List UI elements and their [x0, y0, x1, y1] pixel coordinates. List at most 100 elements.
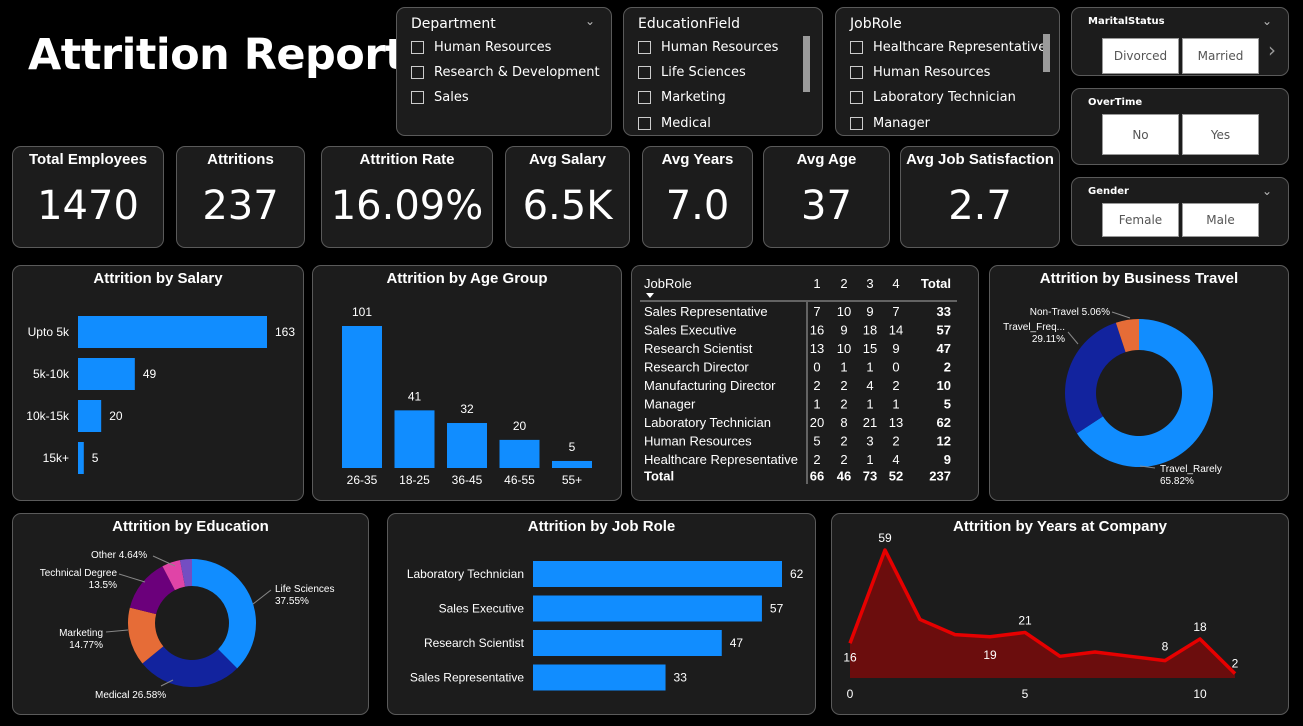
leader-line: [1067, 331, 1079, 345]
table-cell: 1: [813, 397, 820, 412]
kpi-card-avg-job-satisfaction: Avg Job Satisfaction 2.7: [900, 146, 1060, 248]
jobrole-bar-chart: Laboratory Technician 62 Sales Executive 57…: [407, 561, 804, 691]
x-tick-label: 0: [847, 687, 854, 701]
checkbox[interactable]: [638, 117, 651, 130]
option-label: Manager: [873, 116, 930, 131]
education-field-option[interactable]: Medical: [638, 116, 711, 131]
checkbox[interactable]: [411, 66, 424, 79]
category-label: 10k-15k: [26, 409, 70, 423]
bar: [533, 630, 722, 656]
gender-slicer: Gender ⌄ Female Male: [1071, 177, 1289, 246]
checkbox[interactable]: [411, 91, 424, 104]
slice-name: Travel_Rarely: [1160, 464, 1222, 475]
chevron-down-icon[interactable]: ⌄: [1262, 184, 1272, 198]
job-role-option[interactable]: Manager: [850, 116, 930, 131]
table-cell: 0: [813, 360, 820, 375]
data-label: 41: [408, 389, 422, 403]
table-cell: 2: [840, 452, 847, 467]
data-label: 18: [1193, 620, 1207, 634]
data-label: 20: [513, 419, 527, 433]
data-label: 33: [674, 671, 688, 685]
education-field-option[interactable]: Life Sciences: [638, 65, 746, 80]
job-role-option[interactable]: Healthcare Representative: [850, 40, 1046, 55]
slice-pct: 29.11%: [1032, 334, 1065, 345]
column-header: JobRole: [644, 276, 692, 291]
job-role-option[interactable]: Laboratory Technician: [850, 90, 1016, 105]
category-label: 15k+: [43, 451, 69, 465]
checkbox[interactable]: [638, 91, 651, 104]
tile-divorced[interactable]: Divorced: [1102, 38, 1179, 74]
kpi-value: 6.5K: [522, 183, 613, 229]
education-field-option[interactable]: Marketing: [638, 90, 726, 105]
table-cell: 9: [944, 452, 951, 467]
tile-no[interactable]: No: [1102, 114, 1179, 155]
tile-married[interactable]: Married: [1182, 38, 1259, 74]
education-field-option[interactable]: Human Resources: [638, 40, 778, 55]
department-option[interactable]: Research & Development: [411, 65, 600, 80]
category-label: 55+: [562, 473, 582, 487]
tile-yes[interactable]: Yes: [1182, 114, 1259, 155]
table-cell: 2: [840, 434, 847, 449]
bar: [499, 439, 540, 468]
chevron-down-icon[interactable]: ⌄: [1262, 14, 1272, 28]
checkbox[interactable]: [638, 41, 651, 54]
checkbox[interactable]: [411, 41, 424, 54]
job-role-option[interactable]: Human Resources: [850, 65, 990, 80]
column-header: Total: [921, 276, 951, 291]
data-label: 163: [275, 325, 295, 339]
tile-male[interactable]: Male: [1182, 203, 1259, 237]
slice-label: Non-Travel 5.06%: [1030, 307, 1110, 318]
kpi-label: Avg Age: [796, 151, 857, 168]
table-cell: 4: [866, 378, 873, 393]
department-option[interactable]: Sales: [411, 90, 469, 105]
education-field-slicer-label: EducationField: [638, 16, 741, 32]
table-cell: 7: [892, 304, 899, 319]
option-label: Human Resources: [873, 65, 991, 80]
data-label: 32: [460, 402, 474, 416]
checkbox[interactable]: [850, 41, 863, 54]
leader-line: [252, 589, 272, 605]
table-cell: 8: [840, 415, 847, 430]
scrollbar[interactable]: [1043, 34, 1050, 72]
category-label: 5k-10k: [33, 367, 70, 381]
table-cell: 1: [866, 397, 873, 412]
checkbox[interactable]: [850, 117, 863, 130]
checkbox[interactable]: [850, 66, 863, 79]
column-header: 1: [813, 276, 820, 291]
table-cell: 13: [810, 341, 824, 356]
kpi-value: 16.09%: [330, 183, 484, 229]
data-label: 101: [352, 305, 372, 319]
category-label: Research Scientist: [424, 636, 525, 650]
department-slicer-label: Department: [411, 16, 496, 32]
table-cell: 10: [937, 378, 951, 393]
table-cell: 33: [937, 304, 951, 319]
chevron-down-icon[interactable]: ⌄: [585, 14, 595, 28]
table-cell: Sales Representative: [644, 304, 768, 319]
department-option[interactable]: Human Resources: [411, 40, 551, 55]
leader-line: [1111, 311, 1131, 319]
table-cell: 1: [892, 397, 899, 412]
slice-label: Other 4.64%: [91, 550, 147, 561]
kpi-label: Attritions: [207, 151, 274, 168]
bar: [552, 460, 592, 468]
marital-status-slicer: MaritalStatus ⌄ Divorced Married ›: [1071, 7, 1289, 76]
chevron-right-icon[interactable]: ›: [1268, 38, 1276, 62]
years-chart-panel: Attrition by Years at Company 16 59 19 21 8 1…: [831, 513, 1289, 715]
table-cell: 14: [889, 323, 903, 338]
table-cell: 1: [866, 452, 873, 467]
leader-line: [152, 555, 176, 567]
kpi-value: 2.7: [948, 183, 1012, 229]
table-cell: 1: [866, 360, 873, 375]
travel-chart-panel: Attrition by Business Travel Travel_Rare…: [989, 265, 1289, 501]
checkbox[interactable]: [850, 91, 863, 104]
total-cell: 52: [889, 469, 903, 484]
kpi-label: Avg Years: [661, 151, 734, 168]
checkbox[interactable]: [638, 66, 651, 79]
tile-female[interactable]: Female: [1102, 203, 1179, 237]
data-label: 16: [843, 650, 857, 664]
kpi-label: Attrition Rate: [359, 151, 455, 168]
data-label: 21: [1018, 613, 1032, 627]
scrollbar[interactable]: [803, 36, 810, 92]
category-label: 36-45: [452, 473, 483, 487]
table-cell: 5: [813, 434, 820, 449]
